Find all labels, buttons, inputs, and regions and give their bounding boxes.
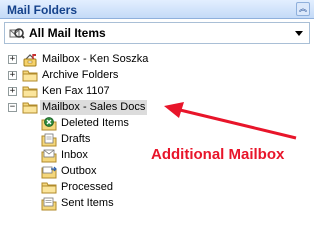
- tree-item-archive-folders[interactable]: + Archive Folders: [0, 68, 200, 84]
- mailbox-icon: [23, 54, 37, 67]
- dropdown-arrow-icon[interactable]: [295, 31, 303, 36]
- tree-item-label: Ken Fax 1107: [42, 85, 110, 97]
- tree-item-label: Mailbox - Ken Soszka: [42, 53, 149, 65]
- deleted-items-icon: [41, 117, 57, 131]
- inbox-icon: [41, 149, 57, 163]
- folder-icon: [22, 102, 38, 114]
- annotation-arrow: [164, 102, 297, 140]
- pane-header: Mail Folders ︽: [0, 0, 314, 19]
- all-mail-items-icon: [9, 28, 25, 39]
- collapse-pane-button[interactable]: ︽: [296, 2, 310, 16]
- subfolder-label: Outbox: [61, 165, 97, 177]
- subfolder-processed[interactable]: Processed: [0, 180, 140, 196]
- all-mail-items-label: All Mail Items: [29, 26, 106, 40]
- drafts-icon: [41, 133, 57, 147]
- expand-icon[interactable]: +: [8, 87, 17, 96]
- tree-item-label: Mailbox - Sales Docs: [40, 100, 148, 115]
- folder-icon: [22, 70, 38, 82]
- mail-folders-pane: Mail Folders ︽ All Mail Items + Mailbox …: [0, 0, 314, 219]
- outbox-icon: [41, 166, 57, 179]
- subfolder-label: Deleted Items: [61, 117, 129, 129]
- subfolder-inbox[interactable]: Inbox: [0, 148, 140, 164]
- tree-item-label: Archive Folders: [42, 69, 119, 81]
- folder-icon: [22, 86, 38, 98]
- scroll-corner: [298, 201, 314, 219]
- all-mail-items-selector[interactable]: All Mail Items: [4, 22, 310, 44]
- folder-icon: [41, 182, 57, 194]
- subfolder-label: Inbox: [61, 149, 88, 161]
- collapse-icon[interactable]: −: [8, 103, 17, 112]
- sent-items-icon: [41, 197, 57, 211]
- tree-item-ken-fax-1107[interactable]: + Ken Fax 1107: [0, 84, 200, 100]
- subfolder-outbox[interactable]: Outbox: [0, 164, 140, 180]
- subfolder-label: Sent Items: [61, 197, 114, 209]
- pane-title: Mail Folders: [7, 3, 78, 17]
- expand-icon[interactable]: +: [8, 71, 17, 80]
- subfolder-sent-items[interactable]: Sent Items: [0, 196, 140, 212]
- expand-icon[interactable]: +: [8, 55, 17, 64]
- tree-item-mailbox-ken-soszka[interactable]: + Mailbox - Ken Soszka: [0, 52, 200, 68]
- subfolder-label: Processed: [61, 181, 113, 193]
- subfolder-deleted-items[interactable]: Deleted Items: [0, 116, 140, 132]
- annotation-label: Additional Mailbox: [151, 146, 285, 163]
- subfolder-label: Drafts: [61, 133, 91, 145]
- chevron-up-icon: ︽: [299, 4, 307, 13]
- subfolder-drafts[interactable]: Drafts: [0, 132, 140, 148]
